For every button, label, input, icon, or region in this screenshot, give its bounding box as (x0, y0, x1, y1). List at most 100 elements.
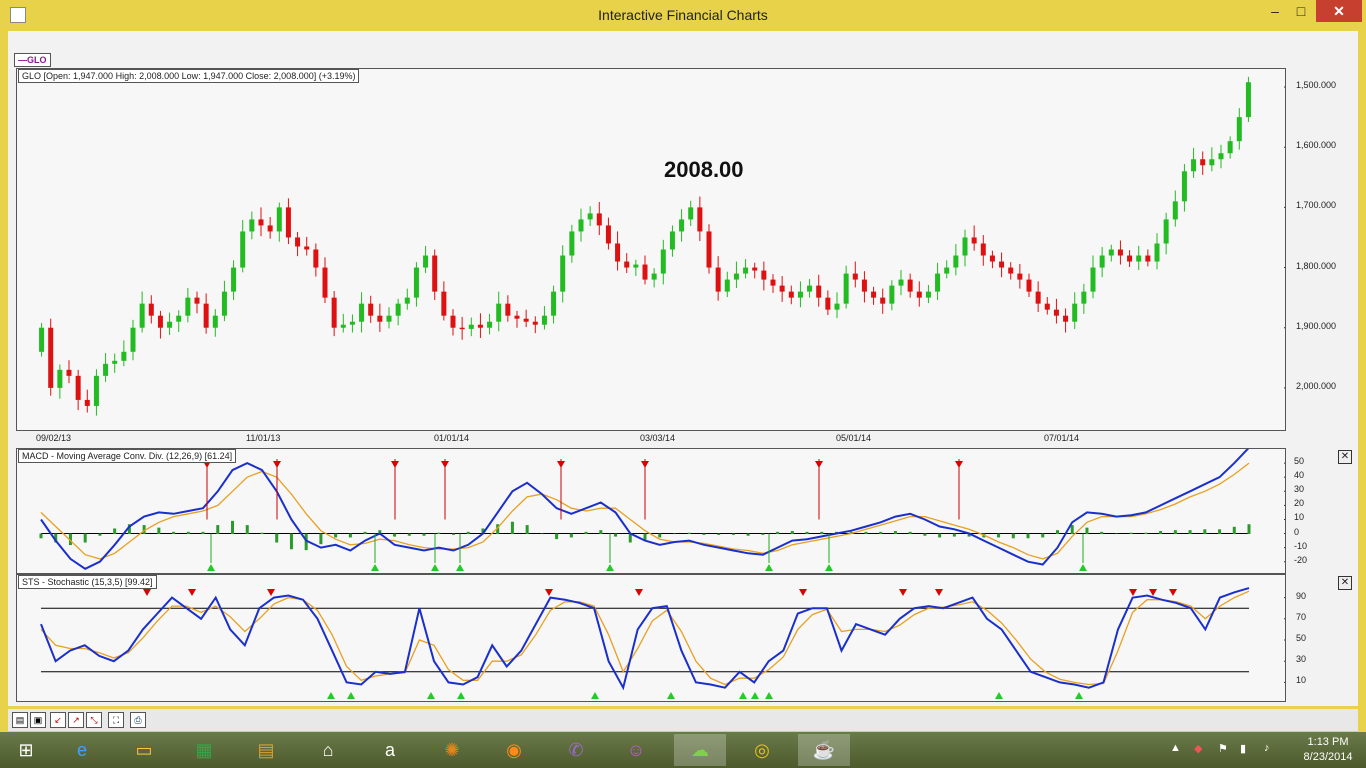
ie-icon[interactable]: e (56, 734, 108, 766)
price-y-tick-label: 1,600.000 (1296, 140, 1337, 151)
viber-icon[interactable]: ✆ (550, 734, 602, 766)
candle-body (907, 279, 913, 292)
candle-body (587, 213, 593, 220)
minimize-button[interactable]: – (1262, 0, 1288, 22)
macd-histogram-bar (923, 533, 927, 536)
sell-signal-marker (1169, 589, 1177, 596)
candle-body (496, 303, 502, 322)
firefox-icon[interactable]: ◉ (488, 734, 540, 766)
candle-body (944, 267, 950, 274)
notes-icon[interactable]: ▤ (240, 734, 292, 766)
candle-body (148, 303, 154, 316)
amazon-icon[interactable]: a (364, 734, 416, 766)
candle-body (1063, 315, 1069, 322)
candle-body (1017, 273, 1023, 280)
stochastic-y-tick-label: 50 (1296, 633, 1307, 643)
price-x-tick-label: 01/01/14 (434, 433, 470, 443)
macd-close-button[interactable]: ✕ (1338, 450, 1352, 464)
macd-chart (39, 449, 1285, 571)
wechat-icon[interactable]: ☁ (674, 734, 726, 766)
sell-signal-marker (545, 589, 553, 596)
candle-body (1026, 279, 1032, 292)
candle-body (487, 321, 493, 328)
candle-body (1218, 153, 1224, 160)
macd-histogram-bar (879, 531, 883, 535)
macd-histogram-bar (186, 531, 190, 535)
game-icon[interactable]: ✺ (426, 734, 478, 766)
print-icon[interactable]: ⎙ (130, 712, 146, 728)
sell-signal-marker (188, 589, 196, 596)
candle-body (825, 297, 831, 310)
network-icon[interactable]: ▮ (1240, 742, 1246, 755)
macd-histogram-bar (1232, 526, 1236, 535)
macd-panel[interactable] (16, 448, 1286, 574)
candle-body (1072, 303, 1078, 322)
macd-histogram-bar (1114, 533, 1118, 535)
macd-histogram-bar (231, 520, 235, 535)
buy-signal-marker (825, 564, 833, 571)
symbol-legend[interactable]: —GLO (14, 53, 51, 67)
buy-signal-marker (327, 692, 335, 699)
price-panel[interactable] (16, 68, 1286, 431)
macd-histogram-bar (437, 532, 441, 535)
zoom-in-icon[interactable]: ↙ (50, 712, 66, 728)
candle-body (797, 291, 803, 298)
sell-signal-marker (267, 589, 275, 596)
candle-body (935, 273, 941, 292)
candle-body (39, 327, 45, 352)
candle-body (203, 303, 209, 328)
macd-y-tick-label: 30 (1294, 484, 1305, 495)
candle-body (925, 291, 931, 298)
macd-histogram-bar (422, 533, 426, 536)
chat-icon[interactable]: ☺ (610, 734, 662, 766)
candle-body (368, 303, 374, 316)
candle-body (221, 291, 227, 316)
candle-body (514, 315, 520, 319)
title-bar[interactable]: Interactive Financial Charts – □ ✕ (0, 0, 1366, 30)
macd-histogram-bar (672, 533, 676, 535)
zoom-reset-icon[interactable]: ⤡ (86, 712, 102, 728)
volume-icon[interactable]: ♪ (1264, 742, 1270, 754)
macd-histogram-bar (938, 533, 942, 538)
candle-body (157, 315, 163, 328)
candle-body (605, 225, 611, 244)
candle-body (1127, 255, 1133, 262)
tray-up-arrow-icon[interactable]: ▲ (1170, 742, 1181, 754)
macd-histogram-bar (1011, 533, 1015, 539)
macd-histogram-bar (334, 533, 338, 538)
open-icon[interactable]: ▤ (12, 712, 28, 728)
zoom-out-icon[interactable]: ↗ (68, 712, 84, 728)
macd-histogram-bar (1159, 531, 1163, 535)
flag-icon[interactable]: ⚑ (1218, 742, 1228, 755)
close-button[interactable]: ✕ (1316, 0, 1362, 22)
start-icon[interactable]: ⊞ (0, 734, 52, 766)
candle-body (624, 261, 630, 268)
stochastic-close-button[interactable]: ✕ (1338, 576, 1352, 590)
macd-histogram-bar (1085, 527, 1089, 535)
java-icon[interactable]: ☕ (798, 734, 850, 766)
chrome-icon[interactable]: ◎ (736, 734, 788, 766)
home-icon[interactable]: ⌂ (302, 734, 354, 766)
maximize-button[interactable]: □ (1288, 0, 1314, 22)
stochastic-panel[interactable] (16, 574, 1286, 702)
macd-histogram-bar (510, 521, 514, 535)
price-info-label: GLO [Open: 1,947.000 High: 2,008.000 Low… (18, 69, 360, 83)
candle-body (1172, 201, 1178, 220)
fit-icon[interactable]: ⛶ (108, 712, 124, 728)
candle-body (84, 399, 90, 406)
candle-body (880, 297, 886, 304)
candle-body (834, 303, 840, 310)
macd-histogram-bar (39, 533, 43, 539)
candle-body (377, 315, 383, 322)
candle-body (57, 369, 63, 388)
legend-line-icon: — (18, 55, 27, 65)
file-explorer-icon[interactable]: ▭ (118, 734, 170, 766)
candle-body (103, 363, 109, 376)
candle-body (1163, 219, 1169, 244)
save-icon[interactable]: ▣ (30, 712, 46, 728)
clock[interactable]: 1:13 PM 8/23/2014 (1296, 735, 1360, 765)
candle-body (633, 264, 639, 268)
buy-signal-marker (765, 692, 773, 699)
antivirus-icon[interactable]: ◆ (1194, 742, 1202, 755)
store-icon[interactable]: ▦ (178, 734, 230, 766)
